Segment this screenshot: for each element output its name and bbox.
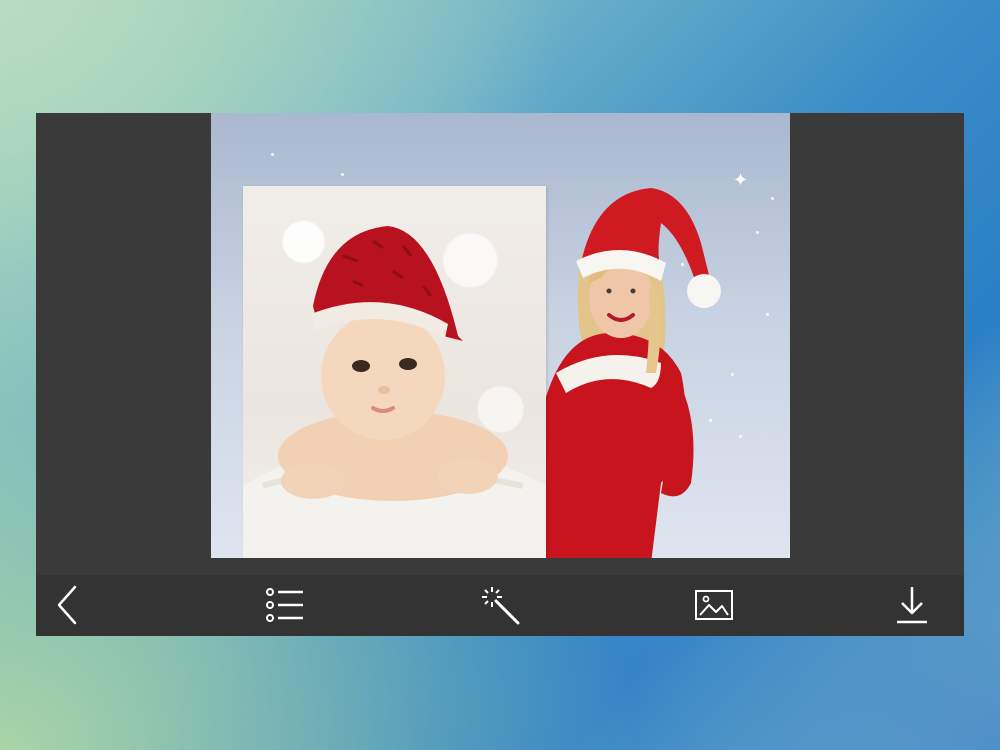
effects-button[interactable] (478, 583, 522, 627)
image-icon (695, 590, 733, 620)
chevron-left-icon (57, 585, 77, 625)
editor-panel: ✦ (36, 113, 964, 636)
star-dot (756, 231, 759, 234)
back-button[interactable] (45, 583, 89, 627)
star-dot (271, 153, 274, 156)
baby-photo[interactable] (243, 186, 546, 558)
photo-frame-preview[interactable]: ✦ (211, 113, 790, 558)
bottom-toolbar (36, 575, 964, 636)
list-icon (266, 588, 303, 622)
baby-image (243, 226, 546, 558)
frames-list-button[interactable] (263, 583, 307, 627)
gallery-button[interactable] (692, 583, 736, 627)
download-icon (897, 587, 927, 624)
star-dot (766, 313, 769, 316)
star-dot (341, 173, 344, 176)
magic-wand-icon (482, 587, 520, 625)
save-button[interactable] (890, 583, 934, 627)
star-dot (771, 197, 774, 200)
